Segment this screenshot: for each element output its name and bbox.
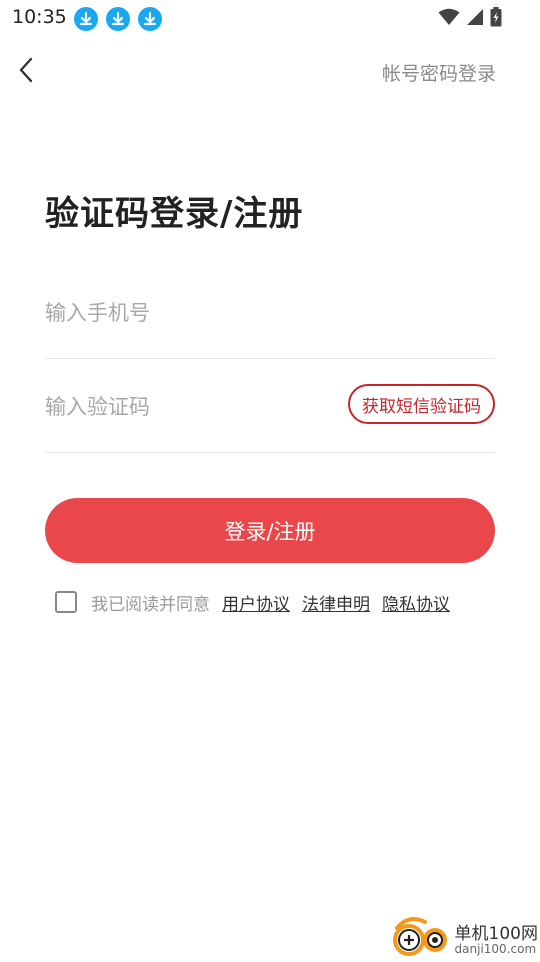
watermark-url: danji100.com <box>454 941 537 956</box>
download-icon <box>138 7 162 31</box>
watermark-name: 单机100网 <box>454 923 538 944</box>
status-time: 10:35 <box>12 6 67 28</box>
notification-icons <box>74 7 162 31</box>
user-agreement-link[interactable]: 用户协议 <box>222 590 290 615</box>
phone-input[interactable] <box>45 294 335 332</box>
download-icon <box>106 7 130 31</box>
status-bar: 10:35 <box>0 0 540 36</box>
battery-icon <box>490 7 502 31</box>
code-field-row: 获取短信验证码 <box>45 374 495 453</box>
wifi-icon <box>438 8 460 30</box>
get-sms-code-button[interactable]: 获取短信验证码 <box>348 384 495 424</box>
watermark: 单机100网 danji100.com <box>391 916 538 958</box>
legal-statement-link[interactable]: 法律申明 <box>302 590 370 615</box>
signal-icon <box>466 8 484 30</box>
download-icon <box>74 7 98 31</box>
system-icons <box>438 7 502 31</box>
login-register-button[interactable]: 登录/注册 <box>45 498 495 563</box>
phone-field-row <box>45 280 495 359</box>
agreement-checkbox[interactable] <box>55 591 77 613</box>
back-button[interactable] <box>8 54 44 90</box>
agreement-text: 我已阅读并同意 <box>91 594 210 615</box>
verification-code-input[interactable] <box>45 388 335 426</box>
password-login-link[interactable]: 帐号密码登录 <box>382 59 496 86</box>
privacy-policy-link[interactable]: 隐私协议 <box>382 590 450 615</box>
page-title: 验证码登录/注册 <box>45 194 304 234</box>
back-arrow-icon <box>18 57 34 87</box>
agreement-row: 我已阅读并同意 用户协议 法律申明 隐私协议 <box>55 588 462 616</box>
watermark-logo <box>391 916 453 958</box>
